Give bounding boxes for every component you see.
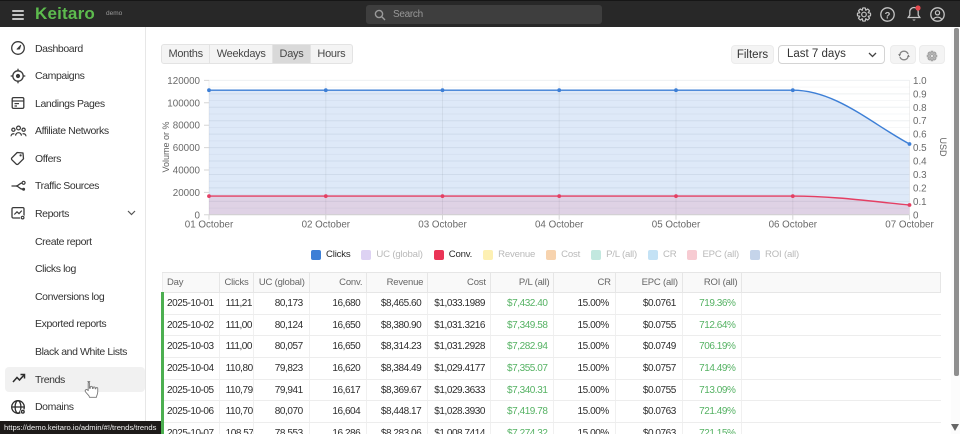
svg-text:20000: 20000 bbox=[173, 188, 201, 199]
svg-text:Volume or %: Volume or % bbox=[161, 121, 171, 172]
svg-text:0.1: 0.1 bbox=[913, 197, 927, 208]
svg-text:07 October: 07 October bbox=[885, 220, 934, 231]
svg-text:60000: 60000 bbox=[173, 143, 201, 154]
svg-text:03 October: 03 October bbox=[418, 220, 467, 231]
svg-text:0.5: 0.5 bbox=[913, 143, 927, 154]
svg-text:04 October: 04 October bbox=[535, 220, 584, 231]
svg-text:0.9: 0.9 bbox=[913, 89, 927, 100]
svg-text:06 October: 06 October bbox=[769, 220, 818, 231]
svg-text:05 October: 05 October bbox=[652, 220, 701, 231]
svg-text:0.2: 0.2 bbox=[913, 183, 927, 194]
svg-text:40000: 40000 bbox=[173, 166, 201, 177]
svg-text:120000: 120000 bbox=[167, 76, 200, 87]
svg-text:02 October: 02 October bbox=[302, 220, 351, 231]
svg-text:01 October: 01 October bbox=[185, 220, 234, 231]
svg-text:0.4: 0.4 bbox=[913, 157, 927, 168]
svg-text:0.8: 0.8 bbox=[913, 103, 927, 114]
svg-text:1.0: 1.0 bbox=[913, 76, 927, 87]
svg-text:0.3: 0.3 bbox=[913, 170, 927, 181]
svg-text:0.6: 0.6 bbox=[913, 130, 927, 141]
svg-text:80000: 80000 bbox=[173, 121, 201, 132]
svg-text:?: ? bbox=[885, 10, 891, 21]
svg-text:0.7: 0.7 bbox=[913, 116, 927, 127]
svg-text:100000: 100000 bbox=[167, 98, 200, 109]
svg-text:USD: USD bbox=[938, 137, 948, 157]
